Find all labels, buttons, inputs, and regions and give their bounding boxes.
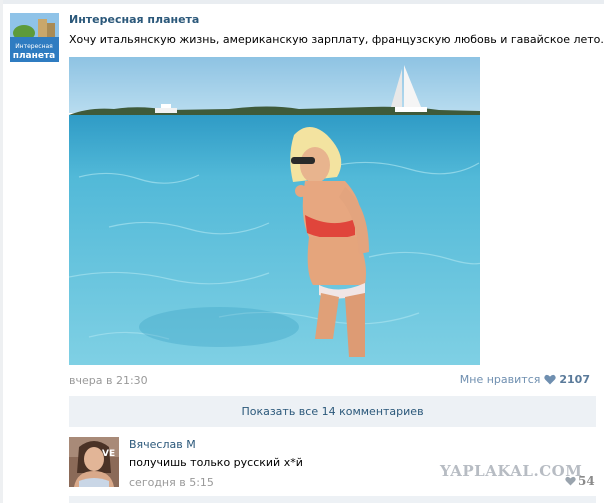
comment-date-link[interactable]: сегодня в 5:15 (129, 476, 214, 489)
comment-text: получишь только русский х*й (129, 456, 303, 469)
comment-author-avatar[interactable]: VE (69, 437, 119, 487)
comment-reply-bar[interactable] (69, 496, 596, 503)
top-border (0, 0, 604, 4)
comment-like-count: 54 (578, 474, 595, 488)
like-label: Мне нравится (459, 373, 541, 386)
group-name-link[interactable]: Интересная планета (69, 13, 199, 26)
post-photo[interactable] (69, 57, 480, 365)
group-avatar[interactable]: Интересная планета (10, 13, 59, 62)
post-date-link[interactable]: вчера в 21:30 (69, 374, 148, 387)
heart-icon (565, 476, 576, 486)
avatar-text-line1: Интересная (15, 43, 53, 50)
comment-like-button[interactable]: 54 (565, 474, 595, 488)
post-text: Хочу итальянскую жизнь, американскую зар… (69, 33, 604, 46)
like-count: 2107 (559, 373, 590, 386)
show-all-comments-button[interactable]: Показать все 14 комментариев (69, 396, 596, 427)
left-border (0, 0, 3, 503)
watermark-text: YAPLAKAL.COM (440, 462, 583, 480)
group-avatar-image: Интересная планета (10, 13, 59, 62)
avatar-text-line2: планета (13, 51, 56, 61)
comment-avatar-image: VE (69, 437, 119, 487)
post-like-button[interactable]: Мне нравится 2107 (460, 373, 590, 386)
heart-icon (544, 374, 557, 385)
beach-photo-image (69, 57, 480, 365)
comment-author-link[interactable]: Вячеслав М (129, 438, 196, 451)
comment-avatar-badge: VE (102, 449, 115, 459)
